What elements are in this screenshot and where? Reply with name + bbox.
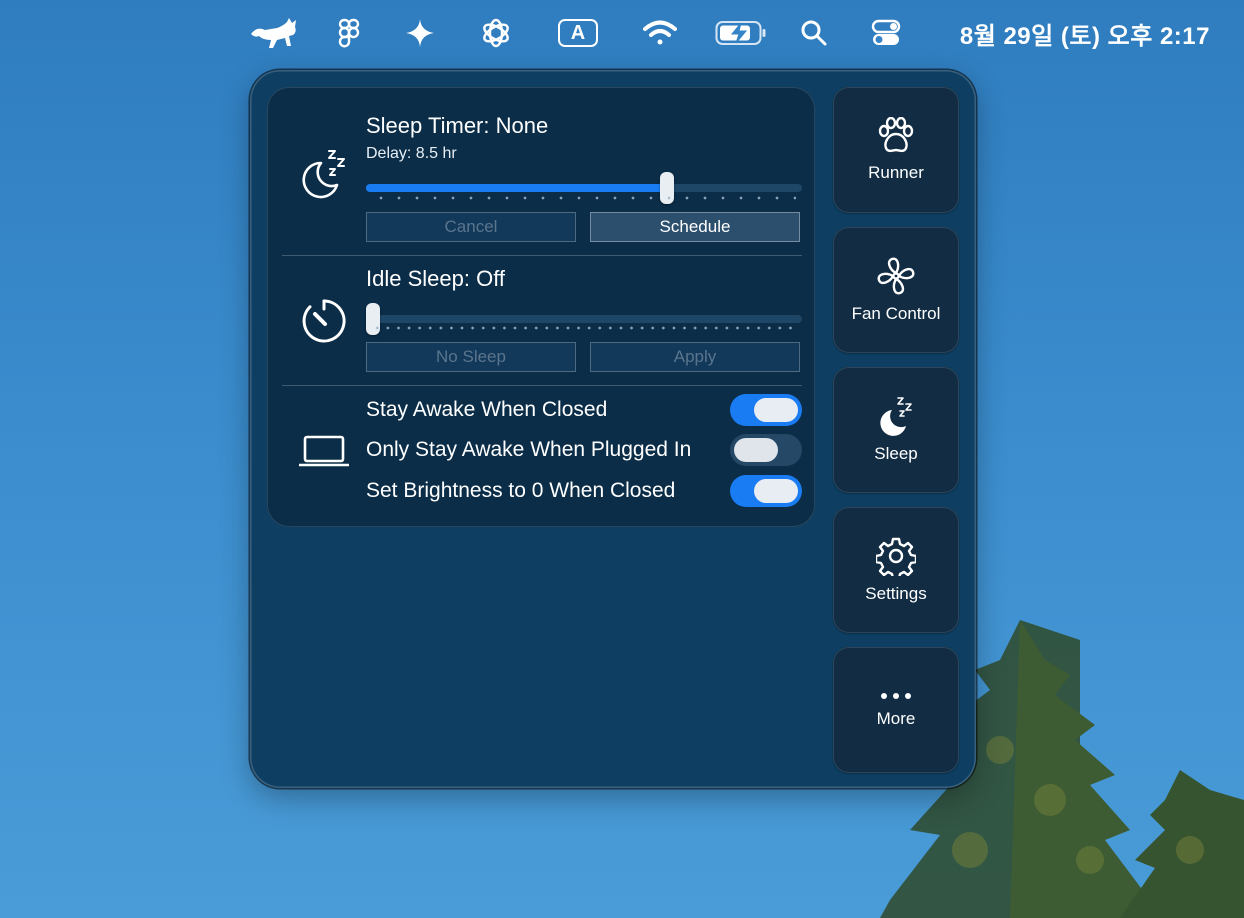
moon-zzz-icon — [282, 137, 366, 207]
cancel-button[interactable]: Cancel — [366, 212, 576, 242]
sleep-timer-slider[interactable] — [366, 172, 802, 204]
runcat-icon[interactable] — [248, 14, 302, 52]
input-indicator: A — [558, 19, 598, 47]
idle-sleep-title: Idle Sleep: Off — [366, 266, 506, 291]
toggle-row-stay-awake-closed: Stay Awake When Closed — [366, 393, 802, 427]
sleep-timer-section: Sleep Timer: None Delay: 8.5 hr Cancel S… — [282, 87, 802, 255]
toggle-label: Only Stay Awake When Plugged In — [366, 438, 692, 461]
toggle-label: Set Brightness to 0 When Closed — [366, 479, 676, 502]
sparkle-icon[interactable] — [402, 14, 438, 52]
timer-icon — [282, 286, 366, 356]
battery-charging-icon[interactable] — [714, 14, 768, 52]
sidebar-item-label: Runner — [868, 163, 924, 182]
sidebar-item-more[interactable]: More — [833, 647, 959, 773]
wifi-icon[interactable] — [640, 14, 680, 52]
sleep-timer-delay: Delay: 8.5 hr — [366, 145, 457, 162]
no-sleep-button[interactable]: No Sleep — [366, 342, 576, 372]
apply-button[interactable]: Apply — [590, 342, 800, 372]
sleep-timer-ticks — [372, 196, 796, 200]
figma-icon[interactable] — [332, 14, 366, 52]
sleep-timer-slider-fill — [366, 184, 667, 192]
brightness-zero-toggle[interactable] — [730, 475, 802, 507]
stay-awake-closed-toggle[interactable] — [730, 394, 802, 426]
plugged-in-only-toggle[interactable] — [730, 434, 802, 466]
sidebar-item-label: Settings — [865, 584, 927, 603]
schedule-button[interactable]: Schedule — [590, 212, 800, 242]
fan-icon — [877, 257, 915, 295]
chatgpt-icon[interactable] — [476, 14, 516, 52]
sidebar-item-label: Fan Control — [851, 304, 941, 323]
moon-zzz-icon — [880, 397, 912, 436]
sidebar-item-settings[interactable]: Settings — [833, 507, 959, 633]
main-card: Sleep Timer: None Delay: 8.5 hr Cancel S… — [267, 87, 815, 527]
sidebar-item-sleep[interactable]: Sleep — [833, 367, 959, 493]
idle-sleep-slider[interactable] — [366, 303, 802, 335]
sleep-timer-title: Sleep Timer: None — [366, 113, 549, 138]
gear-icon — [876, 537, 916, 576]
control-center-icon[interactable] — [868, 14, 904, 52]
menu-bar-clock[interactable]: 8월 29일 (토) 오후 2:17 — [960, 16, 1210, 51]
sidebar-item-fan-control[interactable]: Fan Control — [833, 227, 959, 353]
laptop-icon — [282, 426, 366, 476]
menu-bar: A 8월 29일 (토) 오후 2:17 — [0, 0, 1244, 66]
toggle-label: Stay Awake When Closed — [366, 398, 608, 421]
ellipsis-icon — [881, 693, 911, 699]
sidebar-item-runner[interactable]: Runner — [833, 87, 959, 213]
sidebar-item-label: Sleep — [874, 444, 918, 463]
input-source-icon[interactable]: A — [556, 14, 600, 52]
idle-sleep-ticks — [372, 326, 796, 330]
idle-sleep-slider-knob[interactable] — [366, 303, 380, 335]
lid-section: Stay Awake When Closed Only Stay Awake W… — [282, 386, 802, 516]
amphetamine-popover: Sleep Timer: None Delay: 8.5 hr Cancel S… — [250, 70, 976, 788]
spotlight-search-icon[interactable] — [798, 14, 830, 52]
toggle-row-brightness-zero: Set Brightness to 0 When Closed — [366, 474, 802, 508]
sidebar-item-label: More — [876, 709, 916, 728]
toggle-row-plugged-in: Only Stay Awake When Plugged In — [366, 433, 802, 467]
idle-sleep-section: Idle Sleep: Off No Sleep Apply — [282, 256, 802, 384]
paw-icon — [878, 117, 914, 153]
